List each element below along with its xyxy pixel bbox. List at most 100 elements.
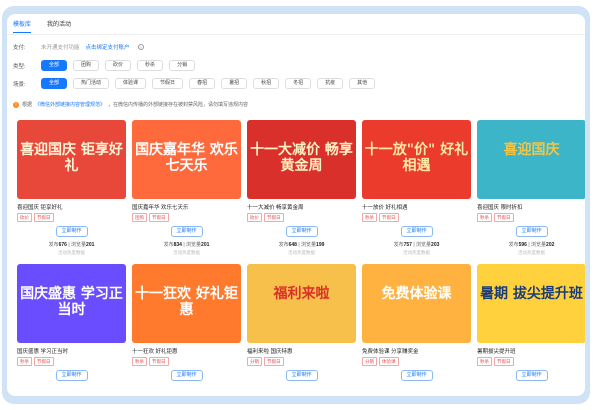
poster-title: 喜迎国庆 钜享好礼 bbox=[20, 142, 123, 174]
views-label: 浏览量 bbox=[416, 242, 432, 248]
views-label: 浏览量 bbox=[531, 242, 547, 248]
template-poster[interactable]: 喜迎国庆 钜享好礼 bbox=[17, 120, 126, 199]
poster-title: 国庆盛惠 学习正当时 bbox=[20, 286, 123, 318]
template-title: 十一狂欢 好礼钜惠 bbox=[132, 349, 178, 355]
stats-note: 活动热度数据 bbox=[288, 250, 315, 255]
scene-chip-holiday[interactable]: 节假日 bbox=[152, 78, 184, 89]
template-poster[interactable]: 福利来啦 bbox=[247, 264, 356, 343]
notice-bar: ! 根据 《微信外部链接内容管理规范》 ，在微信内传播的外部链接存在被封禁风险，请勿… bbox=[13, 101, 248, 108]
views-label: 浏览量 bbox=[301, 242, 317, 248]
tag-scene: 节假日 bbox=[494, 213, 514, 222]
tag-type: 秒杀 bbox=[362, 213, 377, 222]
poster-title: 福利来啦 bbox=[273, 286, 330, 302]
scene-chip-hot[interactable]: 热门活动 bbox=[73, 78, 110, 89]
stats-note: 活动热度数据 bbox=[173, 250, 200, 255]
type-chip-group[interactable]: 团购 bbox=[73, 60, 100, 71]
tag-list: 分销 体验课 bbox=[362, 357, 471, 366]
template-title: 喜迎国庆 钜享好礼 bbox=[17, 205, 63, 211]
tag-type: 砍价 bbox=[247, 213, 262, 222]
template-poster[interactable]: 十一大减价 畅享黄金周 bbox=[247, 120, 356, 199]
poster-title: 国庆嘉年华 欢乐七天乐 bbox=[135, 142, 238, 174]
scene-chip-summer[interactable]: 暑招 bbox=[221, 78, 248, 89]
template-card[interactable]: 喜迎国庆 钜享好礼 喜迎国庆 钜享好礼 砍价 节假日 立即制作 发布676 | … bbox=[17, 120, 126, 264]
template-poster[interactable]: 国庆嘉年华 欢乐七天乐 bbox=[132, 120, 241, 199]
tag-scene: 节假日 bbox=[379, 213, 399, 222]
tag-type: 团购 bbox=[132, 213, 147, 222]
tag-type: 砍价 bbox=[17, 213, 32, 222]
make-now-button[interactable]: 立即制作 bbox=[285, 370, 318, 381]
template-poster[interactable]: 国庆盛惠 学习正当时 bbox=[17, 264, 126, 343]
tag-scene: 节假日 bbox=[149, 357, 169, 366]
template-title: 暑期拔尖提升班 bbox=[477, 349, 516, 355]
help-icon[interactable]: ? bbox=[137, 44, 144, 50]
template-poster[interactable]: 免费体验课 bbox=[362, 264, 471, 343]
tag-scene: 体验课 bbox=[379, 357, 399, 366]
notice-link[interactable]: 《微信外部链接内容管理规范》 bbox=[35, 101, 105, 108]
template-library-panel: 模板库 我的活动 支付: 未开通支付功能 点击绑定支付账户 ? 类型: 全部 团… bbox=[7, 14, 585, 396]
scene-chip-spring[interactable]: 春招 bbox=[189, 78, 216, 89]
tag-list: 秒杀 节假日 bbox=[362, 213, 471, 222]
tab-template-library[interactable]: 模板库 bbox=[13, 19, 32, 33]
make-now-button[interactable]: 立即制作 bbox=[400, 370, 433, 381]
template-title: 国庆盛惠 学习正当时 bbox=[17, 349, 69, 355]
type-chip-distribution[interactable]: 分销 bbox=[169, 60, 196, 71]
publish-label: 发布 bbox=[508, 242, 519, 248]
scene-chip-trial[interactable]: 体验课 bbox=[115, 78, 147, 89]
make-now-button[interactable]: 立即制作 bbox=[170, 370, 203, 381]
template-card[interactable]: 十一狂欢 好礼钜惠 十一狂欢 好礼钜惠 秒杀 节假日 立即制作 bbox=[132, 264, 241, 394]
notice-post: ，在微信内传播的外部链接存在被封禁风险，请勿填写违规内容 bbox=[108, 102, 249, 108]
make-now-button[interactable]: 立即制作 bbox=[55, 226, 88, 237]
views-count: 201 bbox=[201, 242, 210, 248]
tab-my-activities[interactable]: 我的活动 bbox=[47, 19, 71, 33]
notice-pre: 根据 bbox=[22, 102, 33, 108]
tab-bar: 模板库 我的活动 bbox=[13, 19, 71, 33]
template-card[interactable]: 暑期 拔尖提升班 暑期拔尖提升班 秒杀 节假日 立即制作 bbox=[477, 264, 585, 394]
template-card[interactable]: 国庆盛惠 学习正当时 国庆盛惠 学习正当时 秒杀 节假日 立即制作 bbox=[17, 264, 126, 394]
scene-chip-winter[interactable]: 冬招 bbox=[285, 78, 312, 89]
make-now-button[interactable]: 立即制作 bbox=[285, 226, 318, 237]
tag-type: 秒杀 bbox=[132, 357, 147, 366]
tag-list: 秒杀 节假日 bbox=[132, 357, 241, 366]
scene-chip-other[interactable]: 其他 bbox=[349, 78, 376, 89]
tab-divider bbox=[7, 34, 585, 35]
template-card[interactable]: 国庆嘉年华 欢乐七天乐 国庆嘉年华 欢乐七天乐 团购 节假日 立即制作 发布83… bbox=[132, 120, 241, 264]
template-title: 十一放价 好礼相遇 bbox=[362, 205, 408, 211]
template-card[interactable]: 喜迎国庆 喜迎国庆 限时折扣 秒杀 节假日 立即制作 发布596 | 浏览量20… bbox=[477, 120, 585, 264]
make-now-button[interactable]: 立即制作 bbox=[170, 226, 203, 237]
poster-title: 暑期 拔尖提升班 bbox=[480, 286, 583, 302]
template-poster[interactable]: 十一狂欢 好礼钜惠 bbox=[132, 264, 241, 343]
template-poster[interactable]: 喜迎国庆 bbox=[477, 120, 585, 199]
scene-chip-epidemic[interactable]: 抗疫 bbox=[317, 78, 344, 89]
template-poster[interactable]: 十一放"价" 好礼相遇 bbox=[362, 120, 471, 199]
pay-label: 支付: bbox=[13, 45, 26, 51]
publish-count: 757 bbox=[403, 242, 412, 248]
make-now-button[interactable]: 立即制作 bbox=[400, 226, 433, 237]
scene-filter-row: 场景: 全部 热门活动 体验课 节假日 春招 暑招 秋招 冬招 抗疫 其他 bbox=[13, 78, 376, 89]
type-chip-bargain[interactable]: 砍价 bbox=[105, 60, 132, 71]
scene-chip-all[interactable]: 全部 bbox=[41, 78, 68, 89]
template-card[interactable]: 十一放"价" 好礼相遇 十一放价 好礼相遇 秒杀 节假日 立即制作 发布757 … bbox=[362, 120, 471, 264]
template-card[interactable]: 免费体验课 免费体验课 分享赚奖金 分销 体验课 立即制作 bbox=[362, 264, 471, 394]
tag-type: 秒杀 bbox=[477, 213, 492, 222]
tag-scene: 节假日 bbox=[494, 357, 514, 366]
template-card[interactable]: 福利来啦 福利来啦 国庆特惠 分销 节假日 立即制作 bbox=[247, 264, 356, 394]
type-chip-all[interactable]: 全部 bbox=[41, 60, 68, 71]
make-now-button[interactable]: 立即制作 bbox=[515, 370, 548, 381]
publish-label: 发布 bbox=[163, 242, 174, 248]
poster-title: 十一大减价 畅享黄金周 bbox=[250, 142, 353, 174]
tag-type: 分销 bbox=[247, 357, 262, 366]
stats-note: 活动热度数据 bbox=[403, 250, 430, 255]
template-stats: 发布676 | 浏览量201 bbox=[48, 242, 95, 248]
make-now-button[interactable]: 立即制作 bbox=[515, 226, 548, 237]
pay-row: 支付: 未开通支付功能 点击绑定支付账户 ? bbox=[13, 43, 144, 51]
scene-chip-autumn[interactable]: 秋招 bbox=[253, 78, 280, 89]
views-count: 199 bbox=[316, 242, 325, 248]
type-chip-flash[interactable]: 秒杀 bbox=[137, 60, 164, 71]
make-now-button[interactable]: 立即制作 bbox=[55, 370, 88, 381]
template-title: 免费体验课 分享赚奖金 bbox=[362, 349, 419, 355]
poster-title: 十一放"价" 好礼相遇 bbox=[364, 142, 469, 174]
template-poster[interactable]: 暑期 拔尖提升班 bbox=[477, 264, 585, 343]
template-card[interactable]: 十一大减价 畅享黄金周 十一大减价 畅享黄金周 砍价 节假日 立即制作 发布64… bbox=[247, 120, 356, 264]
warning-icon: ! bbox=[13, 101, 19, 108]
bind-pay-link[interactable]: 点击绑定支付账户 bbox=[86, 43, 130, 51]
